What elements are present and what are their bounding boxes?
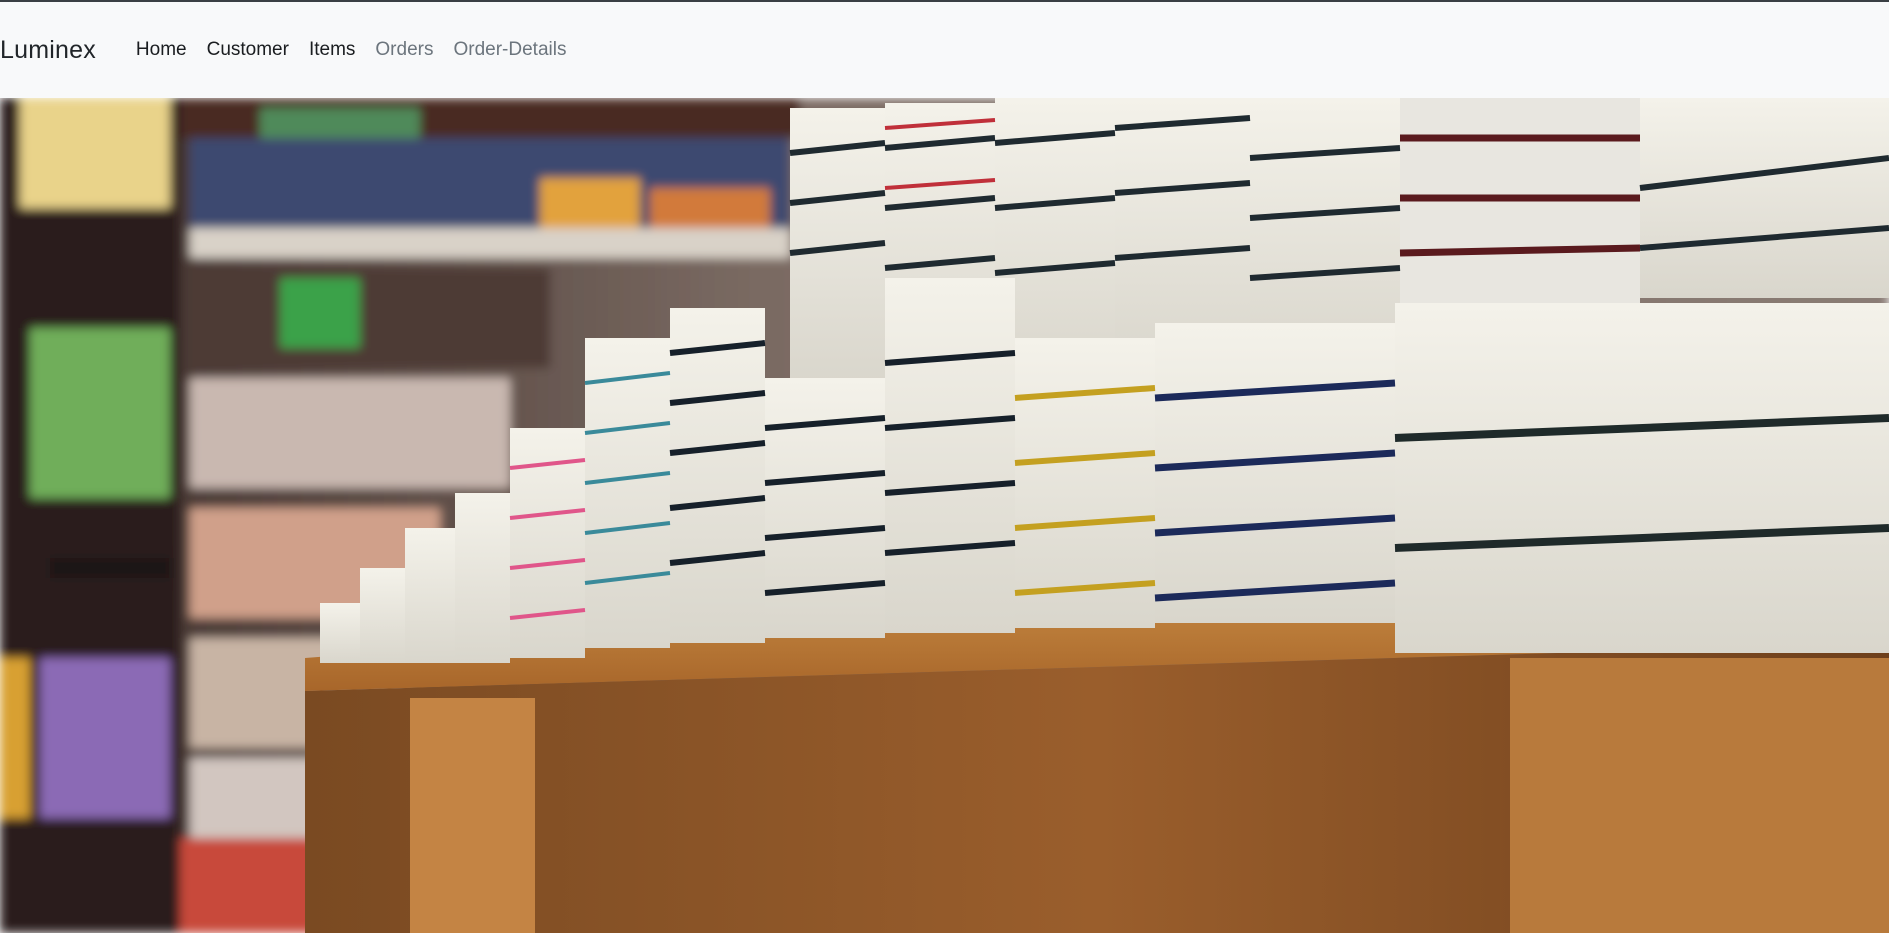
brand-logo[interactable]: Luminex xyxy=(0,36,96,65)
nav-link-orders[interactable]: Orders xyxy=(365,31,443,69)
nav-link-home[interactable]: Home xyxy=(126,31,197,69)
navbar: Luminex Home Customer Items Orders Order… xyxy=(0,2,1889,98)
nav-link-order-details[interactable]: Order-Details xyxy=(443,31,576,69)
nav-item-order-details: Order-Details xyxy=(443,31,576,69)
nav-item-items: Items xyxy=(299,31,365,69)
nav-item-customer: Customer xyxy=(197,31,299,69)
bookstore-illustration xyxy=(0,98,1889,933)
nav-link-customer[interactable]: Customer xyxy=(197,31,299,69)
nav-item-home: Home xyxy=(126,31,197,69)
nav-item-orders: Orders xyxy=(365,31,443,69)
nav-links: Home Customer Items Orders Order-Details xyxy=(126,31,577,69)
hero-banner-image xyxy=(0,98,1889,933)
nav-link-items[interactable]: Items xyxy=(299,31,365,69)
